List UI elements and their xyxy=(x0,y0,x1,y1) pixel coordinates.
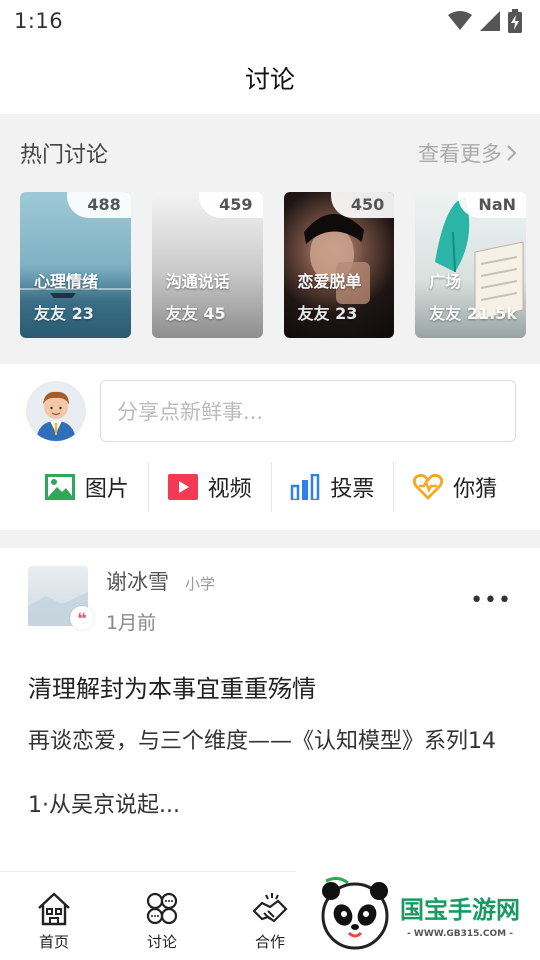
card-count: 488 xyxy=(67,192,131,218)
tab-cooperation-label: 合作 xyxy=(254,933,285,951)
composer-row: 分享点新鲜事... xyxy=(26,380,516,442)
tab-home-label: 首页 xyxy=(38,933,69,951)
card-members: 友友 23 xyxy=(34,304,94,323)
hot-title: 热门讨论 xyxy=(20,143,109,168)
tab-discussion-label: 讨论 xyxy=(146,933,177,951)
video-button[interactable]: 视频 xyxy=(149,462,272,512)
post-excerpt[interactable]: 1·从吴京说起... xyxy=(28,787,518,819)
status-time: 1:16 xyxy=(14,9,64,33)
image-button[interactable]: 图片 xyxy=(26,462,149,512)
image-label: 图片 xyxy=(84,477,129,502)
card-members: 友友 21.5k xyxy=(429,304,517,323)
card-members: 友友 45 xyxy=(165,304,226,323)
guess-button[interactable]: 你猜 xyxy=(394,462,516,512)
tab-home[interactable]: 首页 xyxy=(0,872,108,960)
author-meta: 谢冰雪 小学 1月前 xyxy=(106,566,518,635)
heart-icon xyxy=(413,474,444,500)
card-name: 心理情绪 xyxy=(34,272,99,291)
hot-header: 热门讨论 查看更多 xyxy=(20,114,526,192)
topic-card[interactable]: 459 沟通说话 友友 45 xyxy=(151,192,263,338)
section-divider xyxy=(0,530,540,548)
page-title: 讨论 xyxy=(244,65,295,94)
author-row: 谢冰雪 小学 xyxy=(106,566,518,596)
vote-button[interactable]: 投票 xyxy=(272,462,395,512)
composer: 分享点新鲜事... 图片 视频 投票 你猜 xyxy=(0,364,540,530)
card-name: 广场 xyxy=(429,272,462,291)
discussion-icon xyxy=(146,892,178,925)
signal-icon xyxy=(480,11,500,31)
topic-card[interactable]: 488 心理情绪 友友 23 xyxy=(20,192,131,338)
avatar[interactable] xyxy=(26,381,86,441)
card-name: 沟通说话 xyxy=(165,272,230,291)
author-level: 小学 xyxy=(185,575,216,593)
post-title[interactable]: 清理解封为本事宜重重殇情 xyxy=(28,669,518,704)
feed-item[interactable]: ❝ 谢冰雪 小学 1月前 ••• 清理解封为本事宜重重殇情 再谈恋爱，与三个维度… xyxy=(0,548,540,819)
card-members: 友友 23 xyxy=(297,304,358,323)
composer-actions: 图片 视频 投票 你猜 xyxy=(26,462,516,512)
card-count: NaN xyxy=(458,192,526,218)
topic-card[interactable]: 450 恋爱脱单 友友 23 xyxy=(283,192,395,338)
image-icon xyxy=(44,474,75,500)
video-icon xyxy=(167,474,198,500)
vote-label: 投票 xyxy=(330,477,375,502)
tab-discussion[interactable]: 讨论 xyxy=(108,872,216,960)
topic-cards: 488 心理情绪 友友 23 459 沟通说话 友友 45 450 恋爱脱单 友… xyxy=(20,192,526,338)
view-more-link[interactable]: 查看更多 xyxy=(418,138,518,168)
watermark-text: 国宝手游网 - WWW.GB315.COM - xyxy=(400,890,520,939)
topic-card[interactable]: NaN 广场 友友 21.5k xyxy=(415,192,526,338)
chevron-right-icon xyxy=(507,145,517,161)
panda-logo-icon xyxy=(321,877,389,950)
hot-discussions: 热门讨论 查看更多 488 心理情绪 友友 23 459 沟通说话 友友 45 … xyxy=(0,114,540,364)
status-icons xyxy=(448,9,522,33)
card-count: 450 xyxy=(330,192,395,218)
card-count: 459 xyxy=(199,192,263,218)
handshake-icon xyxy=(252,893,288,923)
watermark-title: 国宝手游网 xyxy=(400,895,520,924)
view-more-label: 查看更多 xyxy=(418,142,502,166)
video-label: 视频 xyxy=(207,477,252,502)
battery-icon xyxy=(508,9,522,33)
wifi-icon xyxy=(448,11,472,30)
author-avatar[interactable]: ❝ xyxy=(28,566,94,630)
home-icon xyxy=(38,892,70,926)
author-name[interactable]: 谢冰雪 xyxy=(106,566,169,596)
post-text[interactable]: 再谈恋爱，与三个维度——《认知模型》系列14 xyxy=(28,722,518,761)
status-bar: 1:16 xyxy=(0,0,540,42)
watermark: 国宝手游网 - WWW.GB315.COM - xyxy=(296,868,540,960)
card-name: 恋爱脱单 xyxy=(297,272,362,291)
share-input[interactable]: 分享点新鲜事... xyxy=(100,380,516,442)
feed-header: ❝ 谢冰雪 小学 1月前 xyxy=(28,566,518,635)
post-time: 1月前 xyxy=(106,612,157,634)
guess-label: 你猜 xyxy=(453,477,498,502)
watermark-url: - WWW.GB315.COM - xyxy=(407,928,513,939)
quote-icon: ❝ xyxy=(70,606,94,630)
more-options-icon[interactable]: ••• xyxy=(470,588,512,613)
chart-icon xyxy=(291,474,320,500)
